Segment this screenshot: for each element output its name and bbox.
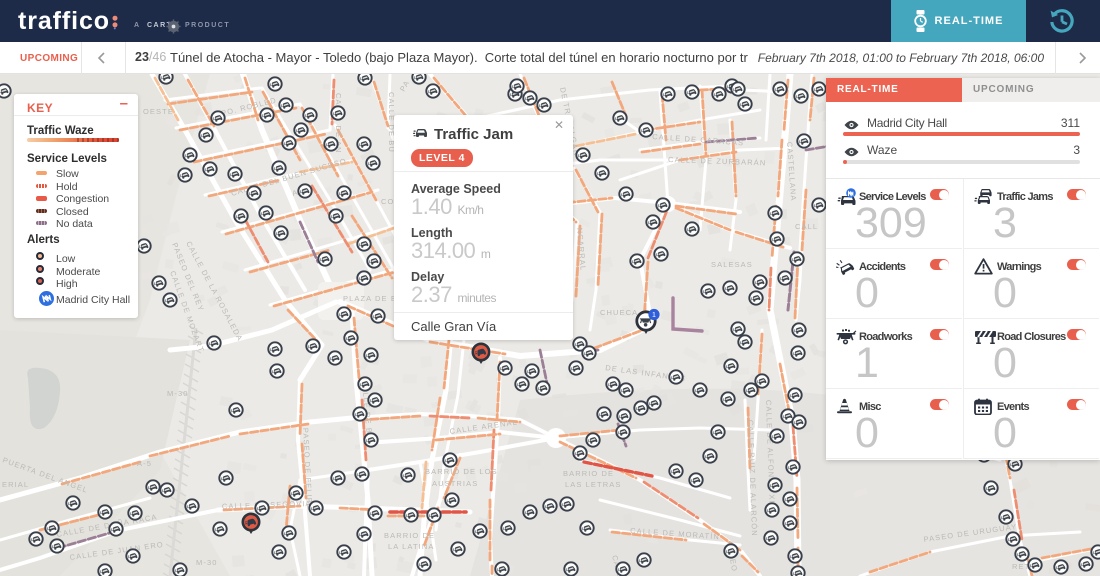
svg-text:M-30: M-30 bbox=[196, 558, 218, 567]
svg-text:CHUECA: CHUECA bbox=[600, 308, 638, 317]
svg-text:CALL: CALL bbox=[795, 222, 818, 231]
svg-text:1: 1 bbox=[652, 312, 656, 319]
svg-text:BARRIO DE LOS: BARRIO DE LOS bbox=[425, 467, 498, 476]
svg-text:LA LATINA: LA LATINA bbox=[388, 542, 434, 551]
svg-text:OESTE: OESTE bbox=[143, 107, 174, 116]
svg-text:LAS LETRAS: LAS LETRAS bbox=[565, 480, 621, 489]
svg-text:ERIAL: ERIAL bbox=[2, 480, 29, 489]
svg-text:BARRIO DE: BARRIO DE bbox=[563, 469, 614, 478]
svg-text:M-30: M-30 bbox=[167, 389, 189, 398]
svg-text:CO: CO bbox=[381, 197, 394, 206]
svg-text:BARRIO DE: BARRIO DE bbox=[384, 531, 435, 540]
svg-text:SALESAS: SALESAS bbox=[711, 260, 753, 269]
svg-text:AUSTRIAS: AUSTRIAS bbox=[432, 479, 478, 488]
svg-text:A-5: A-5 bbox=[137, 459, 152, 468]
